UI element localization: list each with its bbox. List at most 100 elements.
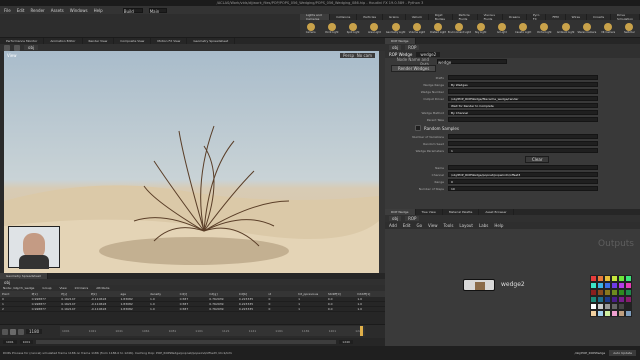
color-swatch[interactable] xyxy=(625,289,632,296)
column-header[interactable]: hitdiff[0] xyxy=(326,292,356,296)
color-swatch[interactable] xyxy=(618,296,625,303)
param-field[interactable]: 0 xyxy=(448,179,598,184)
param-field[interactable] xyxy=(448,117,598,122)
wedge-node[interactable] xyxy=(463,279,495,291)
color-swatch[interactable] xyxy=(604,282,611,289)
menu-help[interactable]: Help xyxy=(94,8,103,13)
column-header[interactable]: density xyxy=(148,292,178,296)
color-swatch[interactable] xyxy=(611,289,618,296)
color-swatch[interactable] xyxy=(611,303,618,310)
column-header[interactable]: hit_pprevious xyxy=(296,292,326,296)
net-menu-help[interactable]: Help xyxy=(494,223,503,228)
shelf-tool[interactable]: Geometry Light xyxy=(386,23,406,34)
forward-icon[interactable] xyxy=(14,44,20,51)
first-frame-icon[interactable] xyxy=(2,328,8,335)
menu-assets[interactable]: Assets xyxy=(51,8,64,13)
spreadsheet-intrinsics[interactable]: Intrinsics xyxy=(75,286,89,290)
shelf-tool[interactable]: Environment Light xyxy=(448,23,471,34)
color-swatch[interactable] xyxy=(604,310,611,317)
color-swatch[interactable] xyxy=(604,275,611,282)
param-field[interactable]: /obj/POP_ROPWedge/popnet/popwind1/offset… xyxy=(448,172,598,177)
net-menu-edit[interactable]: Edit xyxy=(403,223,411,228)
color-swatch[interactable] xyxy=(611,310,618,317)
auto-update-button[interactable]: Auto Update xyxy=(609,350,636,356)
shelf-tool[interactable]: Sky Light xyxy=(471,23,491,34)
color-swatch[interactable] xyxy=(590,303,597,310)
network-node-path[interactable]: ROP xyxy=(405,216,420,221)
playhead[interactable] xyxy=(360,326,363,336)
net-menu-layout[interactable]: Layout xyxy=(459,223,473,228)
color-swatch[interactable] xyxy=(618,289,625,296)
shelf-tool[interactable]: Camera xyxy=(301,23,321,34)
color-swatch[interactable] xyxy=(604,289,611,296)
param-field[interactable]: 10 xyxy=(448,186,598,191)
spreadsheet-view[interactable]: View xyxy=(60,286,67,290)
param-field[interactable] xyxy=(448,165,598,170)
net-menu-go[interactable]: Go xyxy=(417,223,423,228)
color-swatch[interactable] xyxy=(590,289,597,296)
shelf-tool[interactable]: Distant Light xyxy=(428,23,448,34)
column-header[interactable]: P[y] xyxy=(59,292,89,296)
color-swatch[interactable] xyxy=(590,275,597,282)
range-start[interactable]: 1001 xyxy=(3,340,17,344)
node-path-field[interactable]: wedge xyxy=(437,59,507,65)
color-swatch[interactable] xyxy=(618,303,625,310)
current-frame[interactable]: 1180 xyxy=(26,329,43,334)
param-field[interactable]: By Wedges xyxy=(448,82,598,87)
column-header[interactable]: Cd[r] xyxy=(178,292,208,296)
view-mode-menu[interactable]: No cam xyxy=(353,53,375,58)
color-swatch[interactable] xyxy=(611,296,618,303)
play-icon[interactable] xyxy=(10,328,16,335)
shelf-tool[interactable]: Caustic Light xyxy=(513,23,533,34)
param-field[interactable] xyxy=(448,134,598,139)
spreadsheet-attribute[interactable]: Attribute xyxy=(96,286,109,290)
spreadsheet-group[interactable]: Group xyxy=(42,286,51,290)
color-swatch[interactable] xyxy=(625,310,632,317)
color-swatch[interactable] xyxy=(590,296,597,303)
param-field[interactable]: Wait for Render to Complete xyxy=(448,103,598,108)
column-header[interactable]: Cd[g] xyxy=(207,292,237,296)
color-swatch[interactable] xyxy=(597,310,604,317)
param-field[interactable] xyxy=(448,75,598,80)
column-header[interactable]: P[x] xyxy=(30,292,60,296)
color-swatch[interactable] xyxy=(590,282,597,289)
shelf-tool[interactable]: Point Light xyxy=(322,23,342,34)
desktop-select[interactable]: Build xyxy=(122,7,143,14)
shelf-tool[interactable]: Volume Light xyxy=(407,23,427,34)
clear-button[interactable]: Clear xyxy=(525,155,550,163)
column-header[interactable]: id xyxy=(266,292,296,296)
shelf-tool[interactable]: Portal Light xyxy=(534,23,554,34)
spreadsheet-path[interactable]: obj xyxy=(4,280,10,285)
param-field[interactable] xyxy=(448,89,598,94)
color-swatch[interactable] xyxy=(618,282,625,289)
shelf-tool[interactable]: Area Light xyxy=(364,23,384,34)
color-swatch[interactable] xyxy=(611,275,618,282)
param-field[interactable]: By Channel xyxy=(448,110,598,115)
color-swatch[interactable] xyxy=(625,282,632,289)
column-header[interactable]: Point xyxy=(0,292,30,296)
tab-render-wedges[interactable]: Render Wedges xyxy=(391,65,437,72)
random-samples-checkbox[interactable] xyxy=(415,125,421,131)
color-swatch[interactable] xyxy=(625,296,632,303)
range-end[interactable]: 1240 xyxy=(339,340,353,344)
column-header[interactable]: Cd[b] xyxy=(237,292,267,296)
color-swatch[interactable] xyxy=(618,310,625,317)
range-slider[interactable] xyxy=(36,340,337,344)
color-swatch[interactable] xyxy=(597,303,604,310)
network-editor[interactable]: Outputs wedge2 xyxy=(385,229,640,346)
column-header[interactable]: P[z] xyxy=(89,292,119,296)
net-menu-tools[interactable]: Tools xyxy=(444,223,454,228)
color-swatch[interactable] xyxy=(597,282,604,289)
shelf-tool[interactable]: Switcher xyxy=(619,23,639,34)
viewport-path[interactable]: obj xyxy=(24,45,39,50)
color-swatch[interactable] xyxy=(625,303,632,310)
shelf-tool[interactable]: GI Light xyxy=(492,23,512,34)
color-swatch[interactable] xyxy=(604,296,611,303)
menu-edit[interactable]: Edit xyxy=(17,8,25,13)
menu-windows[interactable]: Windows xyxy=(70,8,88,13)
net-menu-view[interactable]: View xyxy=(428,223,438,228)
column-header[interactable]: hitdiff[1] xyxy=(355,292,385,296)
color-swatch[interactable] xyxy=(597,275,604,282)
back-icon[interactable] xyxy=(4,44,10,51)
column-header[interactable]: age xyxy=(118,292,148,296)
